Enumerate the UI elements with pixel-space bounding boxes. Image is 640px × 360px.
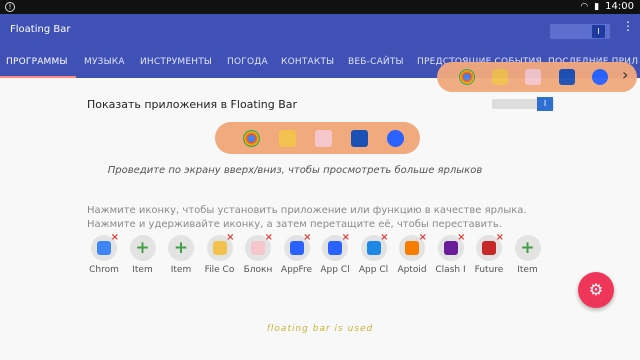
app-cloner-icon[interactable]	[351, 130, 368, 147]
status-time: 14:00	[605, 1, 634, 12]
app-glyph	[366, 241, 381, 255]
app-cloner-alt-icon[interactable]	[387, 130, 404, 147]
tab-indicator	[0, 76, 76, 78]
remove-icon[interactable]: ×	[380, 233, 388, 243]
show-apps-heading: Показать приложения в Floating Bar	[87, 98, 298, 111]
chevron-right-icon[interactable]: ›	[622, 65, 628, 84]
floating-bar-overlay[interactable]	[437, 62, 637, 92]
app-glyph	[97, 241, 111, 255]
battery-icon: ▮	[594, 1, 600, 12]
remove-icon[interactable]: ×	[111, 233, 119, 243]
app-slot[interactable]: × App Cl	[318, 233, 352, 276]
app-icon[interactable]: ×	[91, 233, 119, 261]
app-label: Item	[170, 265, 192, 275]
tab-tools[interactable]: ИНСТРУМЕНТЫ	[140, 57, 212, 67]
plus-icon: +	[173, 238, 189, 258]
app-icon[interactable]: ×	[283, 233, 312, 261]
tab-websites[interactable]: ВЕБ-САЙТЫ	[348, 57, 404, 67]
app-slot[interactable]: + Item	[126, 235, 160, 275]
app-label: File Co	[204, 265, 235, 275]
app-cloner-icon[interactable]	[559, 69, 575, 85]
tab-programs[interactable]: ПРОГРАММЫ	[6, 57, 68, 67]
app-cloner-alt-icon[interactable]	[592, 69, 608, 85]
app-glyph	[405, 241, 419, 255]
app-label: Chrom	[89, 265, 119, 275]
app-label: Future	[474, 265, 504, 275]
footer-caption: floating bar is used	[266, 324, 374, 334]
app-slot[interactable]: × Aptoid	[395, 233, 429, 276]
app-slot[interactable]: × Clash I	[434, 233, 468, 276]
notepad-icon[interactable]	[315, 130, 332, 147]
app-icon[interactable]: ×	[206, 233, 235, 261]
file-commander-icon[interactable]	[279, 130, 296, 147]
shortcut-preview-bar[interactable]	[215, 122, 420, 154]
main-toggle-knob: I	[592, 25, 605, 38]
app-slot[interactable]: × Chrom	[87, 233, 121, 276]
notepad-icon[interactable]	[525, 69, 541, 85]
add-item-button[interactable]: +	[129, 235, 156, 261]
app-glyph	[289, 241, 304, 255]
app-label: Item	[517, 265, 538, 275]
app-label: Блокн	[243, 265, 273, 275]
swipe-hint: Проведите по экрану вверх/вниз, чтобы пр…	[107, 165, 483, 176]
app-icon[interactable]: ×	[360, 233, 389, 261]
tab-music[interactable]: МУЗЫКА	[84, 57, 125, 67]
app-icon[interactable]: ×	[476, 233, 504, 261]
remove-icon[interactable]: ×	[419, 233, 427, 243]
app-slot[interactable]: × Future	[472, 233, 506, 276]
overflow-menu-icon[interactable]: ⋮	[622, 20, 634, 32]
tab-weather[interactable]: ПОГОДА	[227, 57, 268, 67]
app-glyph	[482, 241, 496, 255]
remove-icon[interactable]: ×	[226, 233, 234, 243]
app-label: Item	[132, 265, 153, 275]
remove-icon[interactable]: ×	[342, 233, 350, 243]
remove-icon[interactable]: ×	[265, 233, 273, 243]
settings-fab[interactable]: ⚙	[578, 272, 614, 308]
app-slot[interactable]: + Item	[511, 235, 545, 275]
gear-icon: ⚙	[588, 280, 604, 299]
chrome-icon[interactable]	[243, 130, 260, 147]
file-commander-icon[interactable]	[492, 69, 508, 85]
app-slot[interactable]: × App Cl	[357, 233, 391, 276]
app-label: Clash I	[435, 265, 466, 275]
remove-icon[interactable]: ×	[496, 233, 504, 243]
app-glyph	[328, 241, 342, 255]
main-toggle[interactable]: I	[550, 24, 610, 39]
remove-icon[interactable]: ×	[457, 233, 465, 243]
app-icon[interactable]: ×	[245, 233, 273, 261]
status-bar: ! ◠ ▮ 14:00	[0, 0, 640, 14]
notification-icon: !	[5, 2, 15, 12]
remove-icon[interactable]: ×	[303, 233, 311, 243]
switch-thumb: I	[537, 97, 553, 111]
app-slot[interactable]: × Блокн	[241, 233, 275, 276]
app-label: App Cl	[358, 265, 389, 275]
plus-icon: +	[520, 238, 535, 258]
add-item-button[interactable]: +	[168, 235, 194, 261]
show-apps-switch[interactable]: I	[492, 97, 554, 111]
app-label: App Cl	[320, 265, 350, 275]
app-glyph	[212, 241, 227, 255]
add-item-button[interactable]: +	[514, 235, 541, 261]
app-glyph	[251, 241, 265, 255]
wifi-icon: ◠	[580, 1, 589, 12]
chrome-icon[interactable]	[459, 69, 475, 85]
app-icon[interactable]: ×	[399, 233, 427, 261]
app-title: Floating Bar	[10, 24, 71, 35]
status-icons: ◠ ▮ 14:00	[580, 1, 634, 12]
app-label: AppFre	[280, 265, 313, 275]
app-slot[interactable]: × File Co	[203, 233, 237, 276]
tab-contacts[interactable]: КОНТАКТЫ	[281, 57, 334, 67]
plus-icon: +	[135, 238, 150, 258]
instructions-text: Нажмите иконку, чтобы установить приложе…	[87, 205, 527, 230]
app-slot[interactable]: × AppFre	[280, 233, 314, 276]
app-icon[interactable]: ×	[322, 233, 350, 261]
app-icon[interactable]: ×	[437, 233, 466, 261]
app-slot[interactable]: + Item	[164, 235, 198, 275]
app-bar: Floating Bar I ⋮	[0, 14, 640, 48]
app-glyph	[443, 241, 458, 255]
app-label: Aptoid	[397, 265, 427, 275]
